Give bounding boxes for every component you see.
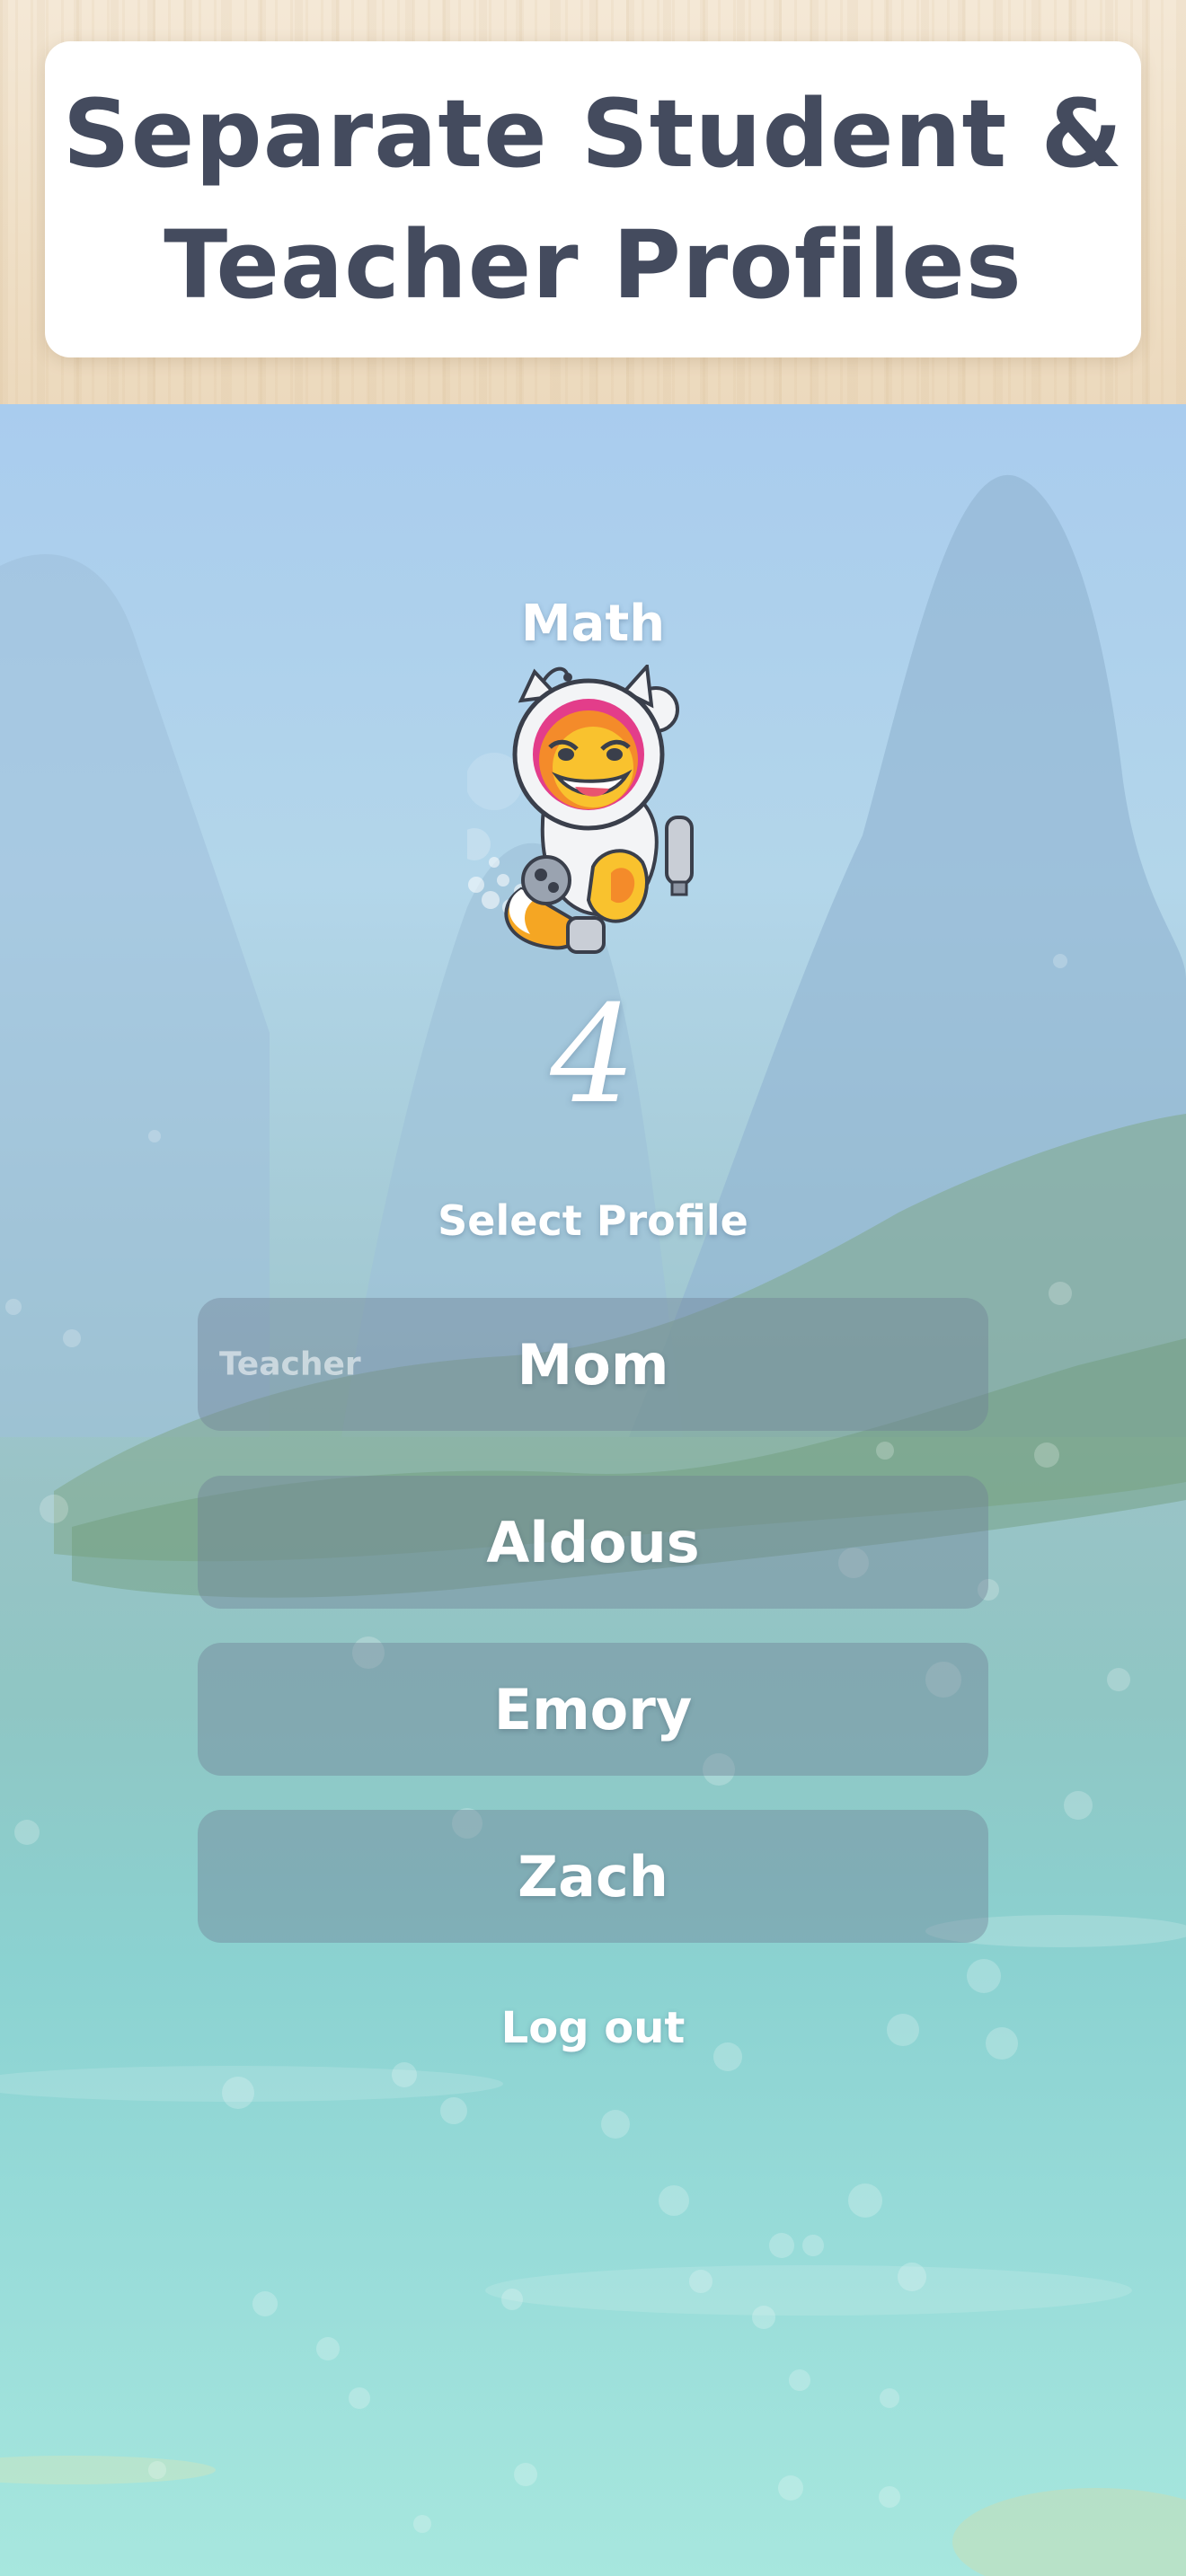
banner-title-line-2: Teacher Profiles [164, 210, 1022, 320]
profile-name: Aldous [486, 1509, 700, 1575]
profile-name: Emory [493, 1676, 693, 1742]
app-screen: Math 4 Select Profile Teacher Mom Aldous… [0, 404, 1186, 2576]
profile-button-zach[interactable]: Zach [198, 1810, 988, 1943]
profile-button-mom[interactable]: Teacher Mom [198, 1298, 988, 1431]
logout-link[interactable]: Log out [0, 2003, 1186, 2053]
grade-level: 4 [550, 977, 636, 1134]
banner-card: Separate Student & Teacher Profiles [45, 41, 1141, 357]
banner-title-line-1: Separate Student & [62, 79, 1124, 189]
promo-banner: Separate Student & Teacher Profiles [0, 0, 1186, 404]
profile-role-badge: Teacher [219, 1345, 361, 1383]
profile-name: Mom [517, 1331, 669, 1398]
subject-title: Math [520, 595, 666, 653]
astronaut-fox-mascot-icon [467, 665, 694, 954]
profile-name: Zach [518, 1843, 668, 1910]
profile-button-emory[interactable]: Emory [198, 1643, 988, 1776]
profile-button-aldous[interactable]: Aldous [198, 1476, 988, 1609]
select-profile-heading: Select Profile [438, 1196, 748, 1245]
banner-title: Separate Student & Teacher Profiles [63, 68, 1123, 331]
